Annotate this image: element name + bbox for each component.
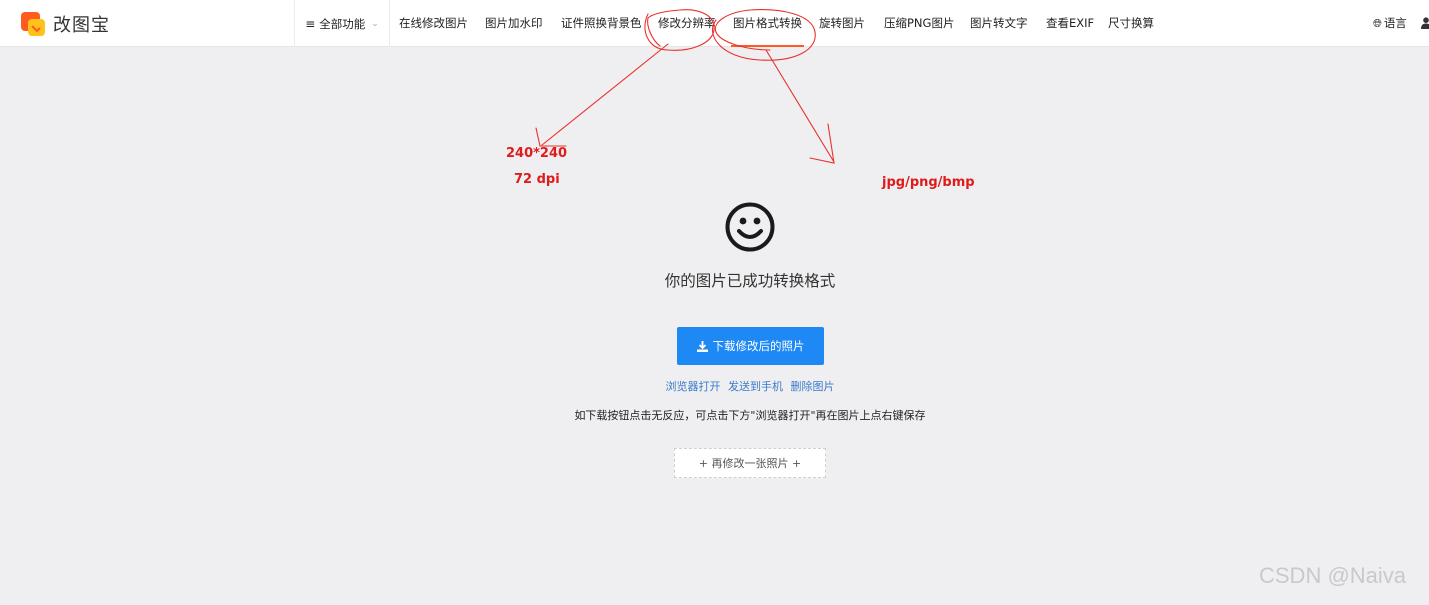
menu-icon: ≡ bbox=[305, 16, 316, 31]
success-message-text: 你的图片已成功转换格式 bbox=[664, 272, 836, 290]
nav-id-photo-bg[interactable]: 证件照换背景色 bbox=[561, 0, 642, 47]
annotation-strokes bbox=[535, 9, 835, 164]
logo[interactable]: 改图宝 bbox=[20, 10, 110, 37]
download-icon bbox=[696, 340, 708, 352]
download-button[interactable]: 下载修改后的照片 bbox=[677, 327, 824, 365]
watermark: CSDN @Naiva bbox=[1259, 563, 1407, 588]
send-to-phone-link[interactable]: 发送到手机 bbox=[728, 380, 783, 393]
nav-rotate[interactable]: 旋转图片 bbox=[819, 0, 865, 47]
download-button-label: 下载修改后的照片 bbox=[712, 339, 805, 353]
annotation-format: jpg/png/bmp bbox=[882, 175, 975, 190]
nav-image-to-text[interactable]: 图片转文字 bbox=[970, 0, 1028, 47]
language-selector[interactable]: 🌐︎ 语言 bbox=[1373, 0, 1407, 47]
all-functions-label: 全部功能 bbox=[319, 16, 366, 31]
nav-online-edit[interactable]: 在线修改图片 bbox=[399, 0, 468, 47]
smiley-icon bbox=[725, 202, 775, 252]
top-navbar: 改图宝 ≡ 全部功能 ⌄ 在线修改图片 图片加水印 证件照换背景色 修改分辨率 … bbox=[0, 0, 1429, 47]
annotation-dpi: 72 dpi bbox=[514, 172, 560, 187]
modify-again-button[interactable]: + 再修改一张照片 + bbox=[674, 448, 826, 478]
nav-format-convert[interactable]: 图片格式转换 bbox=[731, 0, 804, 47]
open-in-browser-link[interactable]: 浏览器打开 bbox=[666, 380, 721, 393]
delete-image-link[interactable]: 删除图片 bbox=[791, 380, 835, 393]
nav-exif[interactable]: 查看EXIF bbox=[1046, 0, 1094, 47]
download-hint: 如下载按钮点击无反应，可点击下方"浏览器打开"再在图片上点右键保存 bbox=[574, 409, 926, 422]
nav-resolution[interactable]: 修改分辨率 bbox=[658, 0, 716, 47]
nav-size-calc[interactable]: 尺寸换算 bbox=[1108, 0, 1154, 47]
logo-text: 改图宝 bbox=[53, 14, 110, 36]
annotation-size: 240*240 bbox=[506, 146, 568, 161]
chevron-down-icon: ⌄ bbox=[371, 18, 379, 29]
logo-icon bbox=[21, 11, 45, 36]
all-functions-dropdown[interactable]: ≡ 全部功能 ⌄ bbox=[294, 0, 390, 47]
annotation-arrow-right bbox=[765, 49, 835, 163]
language-label: 语言 bbox=[1383, 16, 1407, 30]
globe-icon: 🌐︎ bbox=[1373, 17, 1382, 30]
annotation-arrow-left bbox=[541, 43, 669, 146]
action-links: 浏览器打开 发送到手机 删除图片 bbox=[0, 378, 1429, 394]
nav-compress-png[interactable]: 压缩PNG图片 bbox=[884, 0, 954, 47]
user-icon[interactable] bbox=[1421, 17, 1429, 29]
nav-watermark[interactable]: 图片加水印 bbox=[485, 0, 543, 47]
success-message: 你的图片已成功转换格式 bbox=[0, 269, 1429, 291]
